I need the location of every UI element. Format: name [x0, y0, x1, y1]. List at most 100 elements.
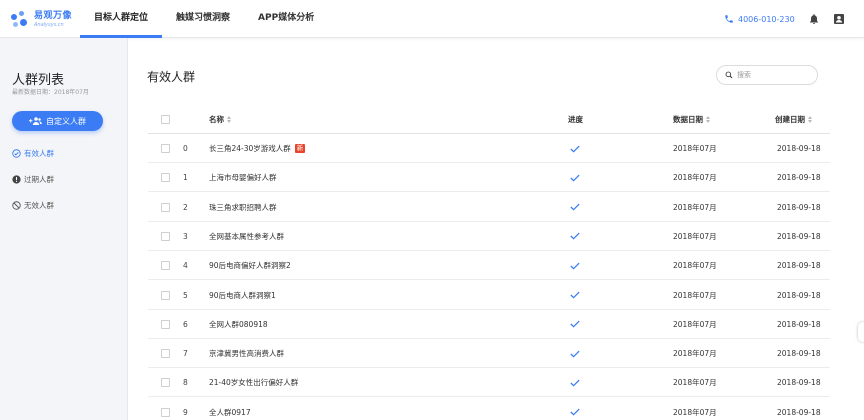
table-row[interactable]: 5 90后电商人群洞察1 2018年07月 2018-09-18 [148, 281, 830, 310]
row-checkbox[interactable] [161, 261, 170, 271]
audience-name[interactable]: 京津冀男性高消费人群 [209, 348, 284, 359]
audience-name-cell[interactable]: 90后电商偏好人群洞察2 [209, 251, 291, 280]
alert-circle-icon [12, 175, 21, 184]
sort-icon[interactable] [227, 116, 231, 123]
row-checkbox[interactable] [161, 231, 170, 241]
row-checkbox[interactable] [161, 407, 170, 417]
data-date-cell: 2018年07月 [673, 290, 717, 300]
add-users-icon [29, 117, 42, 125]
row-checkbox[interactable] [161, 173, 170, 183]
audience-name[interactable]: 珠三角求职招聘人群 [209, 202, 277, 213]
row-index: 8 [183, 378, 188, 388]
user-icon[interactable] [833, 13, 845, 25]
data-date-cell: 2018年07月 [673, 407, 717, 417]
nav-target-audience[interactable]: 目标人群定位 [80, 0, 163, 38]
scroll-handle[interactable] [858, 322, 864, 342]
audience-name[interactable]: 全网人群080918 [209, 319, 268, 330]
progress-cell [570, 339, 580, 368]
column-data-date[interactable]: 数据日期 [673, 105, 710, 134]
audience-name[interactable]: 90后电商人群洞察1 [209, 290, 276, 301]
table-row[interactable]: 1 上海市母婴偏好人群 2018年07月 2018-09-18 [148, 163, 830, 193]
audience-name[interactable]: 长三角24-30岁游戏人群 [209, 143, 291, 154]
sidebar-item-expired[interactable]: 过期人群 [12, 174, 54, 185]
row-checkbox[interactable] [161, 202, 170, 212]
check-icon [570, 174, 580, 182]
check-icon [570, 203, 580, 211]
audience-name-cell[interactable]: 珠三角求职招聘人群 [209, 193, 277, 222]
audience-name[interactable]: 全人群0917 [209, 407, 251, 418]
row-checkbox[interactable] [161, 290, 170, 300]
row-checkbox[interactable] [161, 349, 170, 359]
progress-cell [570, 134, 580, 163]
column-created-label: 创建日期 [775, 115, 805, 124]
check-icon [570, 145, 580, 153]
audience-name-cell[interactable]: 长三角24-30岁游戏人群新 [209, 134, 306, 163]
custom-audience-label: 自定义人群 [46, 116, 86, 126]
table-row[interactable]: 6 全网人群080918 2018年07月 2018-09-18 [148, 310, 830, 339]
check-icon [570, 233, 580, 240]
select-all-checkbox[interactable] [161, 115, 170, 124]
table-row[interactable]: 9 全人群0917 2018年07月 2018-09-18 [148, 398, 830, 420]
search-box[interactable] [716, 65, 818, 85]
audience-name[interactable]: 90后电商偏好人群洞察2 [209, 260, 291, 271]
progress-cell [570, 281, 580, 310]
row-checkbox[interactable] [161, 319, 170, 329]
nav-app-media-analysis[interactable]: APP媒体分析 [244, 0, 328, 38]
data-date-cell: 2018年07月 [673, 173, 717, 183]
logo[interactable]: 易观万像 Analysys.cn [10, 9, 72, 31]
phone-contact[interactable]: 4006-010-230 [724, 14, 795, 24]
sidebar-item-valid[interactable]: 有效人群 [12, 148, 54, 159]
audience-name-cell[interactable]: 京津冀男性高消费人群 [209, 339, 284, 368]
row-index: 5 [183, 290, 188, 300]
audience-name[interactable]: 21-40岁女性出行偏好人群 [209, 377, 298, 388]
audience-name[interactable]: 全网基本属性参考人群 [209, 231, 284, 242]
audience-name-cell[interactable]: 全网基本属性参考人群 [209, 222, 284, 251]
created-date-cell: 2018-09-18 [777, 407, 821, 417]
table-row[interactable]: 3 全网基本属性参考人群 2018年07月 2018-09-18 [148, 222, 830, 251]
table-row[interactable]: 2 珠三角求职招聘人群 2018年07月 2018-09-18 [148, 193, 830, 222]
sidebar-title: 人群列表 [12, 73, 65, 88]
audience-name-cell[interactable]: 全网人群080918 [209, 310, 268, 339]
custom-audience-button[interactable]: 自定义人群 [12, 111, 103, 131]
audience-name-cell[interactable]: 全人群0917 [209, 398, 251, 420]
sidebar-item-invalid[interactable]: 无效人群 [12, 200, 54, 211]
table-row[interactable]: 7 京津冀男性高消费人群 2018年07月 2018-09-18 [148, 339, 830, 369]
sort-icon[interactable] [706, 116, 710, 123]
created-date-cell: 2018-09-18 [777, 144, 821, 153]
logo-text: 易观万像 [34, 11, 73, 21]
audience-name[interactable]: 上海市母婴偏好人群 [209, 172, 277, 183]
sort-icon[interactable] [808, 116, 812, 123]
check-icon [570, 350, 580, 358]
audience-name-cell[interactable]: 90后电商人群洞察1 [209, 281, 276, 310]
column-name-label: 名称 [209, 115, 224, 124]
data-date-cell: 2018年07月 [673, 261, 717, 271]
created-date-cell: 2018-09-18 [777, 261, 821, 271]
column-name[interactable]: 名称 [209, 105, 231, 134]
row-index: 1 [183, 173, 188, 183]
created-date-cell: 2018-09-18 [777, 319, 821, 329]
table-row[interactable]: 8 21-40岁女性出行偏好人群 2018年07月 2018-09-18 [148, 368, 830, 398]
bell-icon[interactable] [808, 13, 820, 25]
column-progress: 进度 [568, 105, 583, 134]
nav-media-habits[interactable]: 触媒习惯洞察 [162, 0, 244, 38]
phone-number: 4006-010-230 [738, 14, 795, 24]
row-checkbox[interactable] [161, 144, 170, 153]
logo-icon [10, 10, 30, 30]
row-index: 2 [183, 202, 188, 212]
sidebar-item-label: 无效人群 [24, 201, 54, 210]
data-date-cell: 2018年07月 [673, 349, 717, 359]
logo-subtext: Analysys.cn [34, 22, 64, 28]
progress-cell [570, 368, 580, 397]
column-progress-label: 进度 [568, 115, 583, 124]
row-checkbox[interactable] [161, 378, 170, 388]
phone-icon [725, 15, 733, 23]
search-input[interactable] [737, 71, 812, 79]
audience-name-cell[interactable]: 上海市母婴偏好人群 [209, 163, 277, 192]
row-index: 3 [183, 231, 188, 241]
audience-name-cell[interactable]: 21-40岁女性出行偏好人群 [209, 368, 298, 397]
column-created[interactable]: 创建日期 [775, 105, 812, 134]
check-icon [570, 408, 580, 416]
table-row[interactable]: 4 90后电商偏好人群洞察2 2018年07月 2018-09-18 [148, 251, 830, 281]
ban-icon [12, 201, 21, 210]
table-row[interactable]: 0 长三角24-30岁游戏人群新 2018年07月 2018-09-18 [148, 134, 830, 163]
